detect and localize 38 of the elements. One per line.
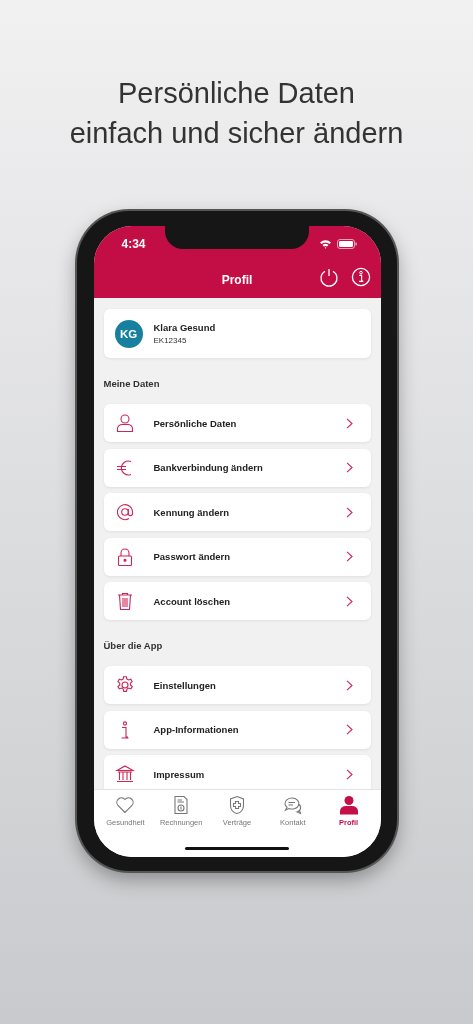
headline: einfach und sicher ändern [69, 116, 404, 151]
menu-item[interactable]: Kennung ändern [103, 493, 371, 531]
profile-name: Klara Gesund [153, 322, 216, 333]
menu-item[interactable]: Account löschen [103, 582, 371, 620]
person-icon [338, 795, 359, 815]
heart-icon [115, 795, 136, 815]
chevron-right-icon [345, 679, 353, 691]
menu-item[interactable]: Bankverbindung ändern [103, 448, 371, 487]
battery-icon [336, 239, 357, 249]
profile-id: EK12345 [153, 336, 188, 345]
gear-icon [114, 675, 135, 695]
chevron-right-icon [345, 724, 353, 735]
profile-card[interactable]: KG Klara Gesund EK12345 [103, 309, 371, 358]
screen-title: Profil [221, 273, 253, 287]
chevron-right-icon [345, 768, 353, 780]
chevron-right-icon [345, 462, 353, 473]
power-icon[interactable] [318, 267, 339, 287]
chat-bubbles-icon [282, 795, 303, 815]
section-heading: Meine Daten [103, 377, 161, 391]
headline: Persönliche Daten [118, 76, 355, 111]
chevron-right-icon [345, 417, 353, 429]
menu-item[interactable]: App-Informationen [103, 710, 371, 749]
shield-icon [227, 795, 247, 815]
avatar-initials: KG [114, 319, 143, 348]
chevron-right-icon [345, 506, 353, 518]
menu-item[interactable]: Impressum [103, 755, 371, 789]
status-time: 4:34 [121, 237, 146, 251]
bank-building-icon [114, 764, 135, 784]
menu-item[interactable]: Einstellungen [103, 666, 371, 704]
chevron-right-icon [345, 595, 353, 607]
wifi-icon [318, 239, 332, 249]
menu-item[interactable]: Persönliche Daten [103, 404, 371, 442]
person-icon [114, 413, 135, 433]
menu-item[interactable]: Passwort ändern [103, 537, 371, 576]
section-heading: Über die App [103, 639, 164, 653]
at-sign-icon [114, 502, 135, 522]
info-icon[interactable] [350, 267, 371, 287]
chevron-right-icon [345, 551, 353, 562]
